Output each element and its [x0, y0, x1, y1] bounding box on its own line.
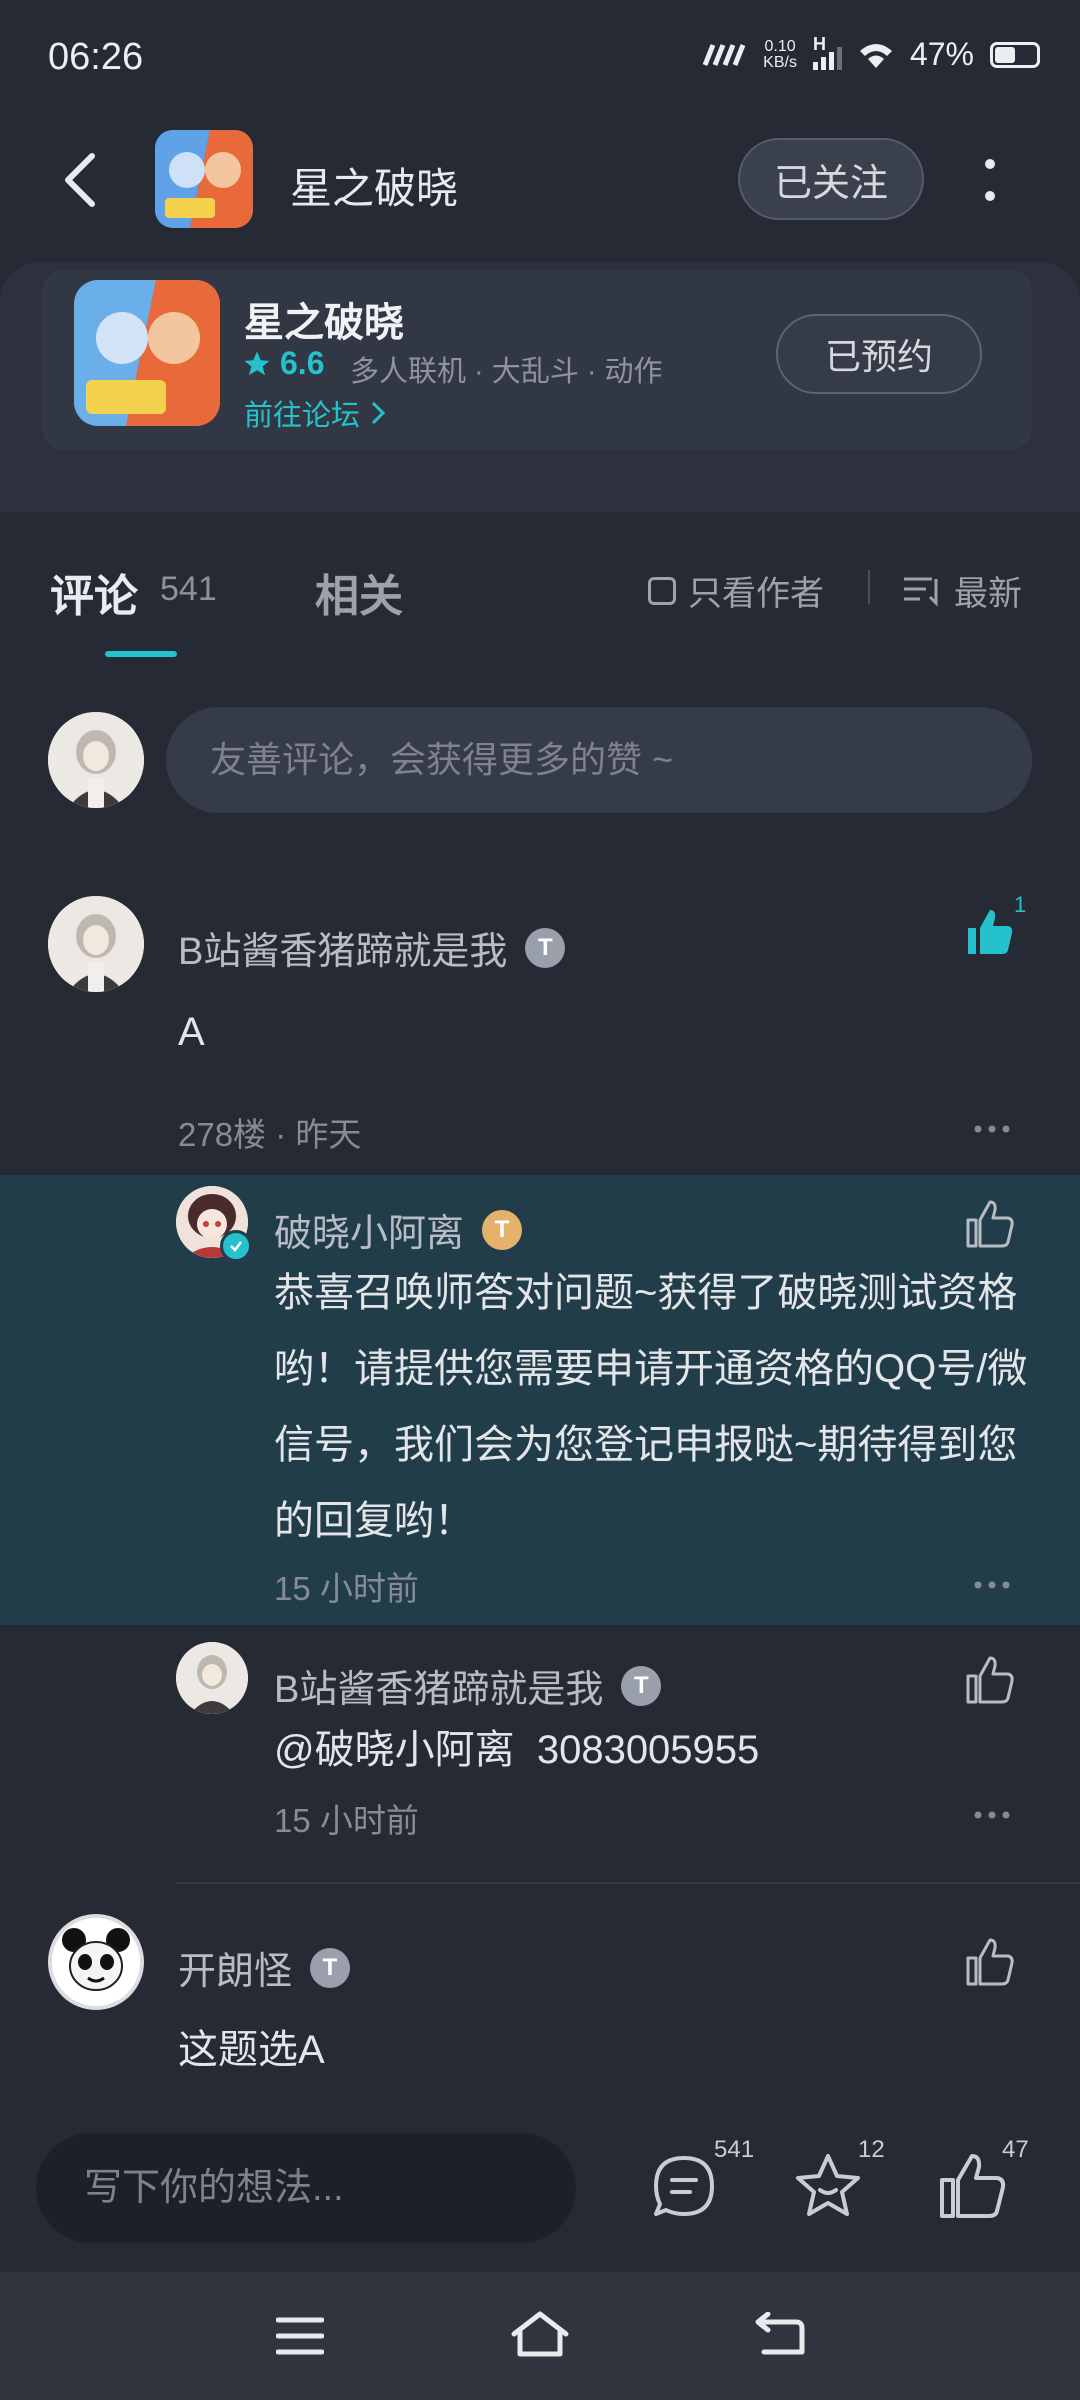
- game-tags: 多人联机 · 大乱斗 · 动作: [350, 356, 663, 388]
- favorite-action[interactable]: 12: [792, 2136, 885, 2227]
- level-badge-icon: T: [525, 927, 566, 968]
- page-title: 星之破晓: [290, 165, 459, 212]
- status-right: 0.10 KB/s H 47%: [701, 34, 1040, 73]
- net-speed-value: 0.10: [764, 37, 796, 55]
- comment-user-row: B站酱香猪蹄就是我 T: [178, 920, 566, 975]
- comment-input[interactable]: [166, 707, 1032, 813]
- more-vertical-icon[interactable]: [982, 158, 998, 202]
- follow-button[interactable]: 已关注: [738, 138, 924, 220]
- signal-label: H: [812, 33, 826, 54]
- game-icon-small[interactable]: [155, 130, 253, 228]
- game-title: 星之破晓: [244, 301, 404, 345]
- back-nav-icon[interactable]: [754, 2312, 806, 2358]
- battery-percent: 47%: [909, 36, 974, 72]
- sort-label: 最新: [954, 575, 1022, 613]
- reply-username[interactable]: B站酱香猪蹄就是我: [274, 1658, 603, 1713]
- signal-icon: H: [812, 34, 842, 70]
- chevron-right-icon: [371, 401, 386, 425]
- checkbox-icon[interactable]: [648, 576, 676, 605]
- comment-username[interactable]: 开朗怪: [178, 1940, 292, 1995]
- comment-count: 541: [714, 2136, 755, 2163]
- level-badge-icon: T: [621, 1665, 662, 1706]
- reply-time: 15 小时前: [274, 1570, 419, 1607]
- tab-comments[interactable]: 评论: [50, 560, 138, 624]
- comment-avatar[interactable]: [48, 1914, 144, 2010]
- my-avatar[interactable]: [48, 712, 144, 808]
- thumbs-up-icon[interactable]: [964, 1936, 1016, 1988]
- reply-text: 恭喜召唤师答对问题~获得了破晓测试资格哟！请提供您需要申请开通资格的QQ号/微信…: [274, 1271, 1028, 1543]
- more-horizontal-icon[interactable]: [974, 1124, 1010, 1134]
- comment-user-row: 开朗怪 T: [178, 1940, 351, 1995]
- back-arrow-icon[interactable]: [60, 150, 100, 210]
- thumbs-up-icon[interactable]: [964, 1654, 1016, 1706]
- level-badge-icon: T: [310, 1947, 351, 1988]
- net-speed-unit: KB/s: [763, 53, 797, 71]
- star-outline-icon[interactable]: [792, 2150, 864, 2222]
- nfc-icon: [702, 43, 746, 66]
- forum-link-label: 前往论坛: [244, 400, 361, 432]
- tab-related[interactable]: 相关: [315, 560, 403, 624]
- game-rating: 6.6: [242, 345, 324, 382]
- sort-icon: [904, 577, 938, 607]
- rating-value: 6.6: [280, 345, 325, 381]
- comment-bubble-icon[interactable]: [648, 2150, 720, 2222]
- reply-username[interactable]: 破晓小阿离: [274, 1202, 464, 1257]
- net-speed: 0.10 KB/s: [763, 37, 797, 71]
- filter-divider: [868, 570, 870, 604]
- sort-button[interactable]: 最新: [902, 566, 1022, 615]
- favorite-count: 12: [858, 2136, 885, 2163]
- active-tab-indicator: [105, 651, 177, 657]
- thumbs-up-icon[interactable]: [936, 2150, 1008, 2222]
- only-author-label: 只看作者: [688, 575, 824, 613]
- star-icon: [244, 351, 270, 375]
- comment-like-active[interactable]: 1: [964, 892, 1026, 963]
- reply-user-row: B站酱香猪蹄就是我 T: [274, 1658, 662, 1713]
- wifi-icon: [859, 43, 892, 68]
- status-bar: 06:26 0.10 KB/s H 47%: [0, 0, 1080, 115]
- comment-input-pill[interactable]: [166, 707, 1032, 813]
- comment-text: 这题选A: [178, 2028, 325, 2072]
- comment-text: A: [178, 1010, 205, 1054]
- battery-icon: [990, 41, 1040, 68]
- comment-floor-time: 278楼 · 昨天: [178, 1116, 362, 1153]
- comment-action[interactable]: 541: [648, 2136, 754, 2227]
- write-comment-pill[interactable]: [36, 2133, 576, 2243]
- reply-user-row: 破晓小阿离 T: [274, 1202, 523, 1257]
- more-horizontal-icon[interactable]: [974, 1810, 1010, 1820]
- level-badge-icon: T: [482, 1209, 523, 1250]
- comment-avatar[interactable]: [48, 896, 144, 992]
- comment-username[interactable]: B站酱香猪蹄就是我: [178, 920, 507, 975]
- thumbs-up-filled-icon[interactable]: [964, 906, 1016, 958]
- reply-avatar[interactable]: [176, 1642, 248, 1714]
- forum-link[interactable]: 前往论坛: [244, 392, 386, 434]
- verified-icon: [220, 1230, 252, 1262]
- comment-separator: [176, 1882, 1080, 1884]
- comment-like-count: 1: [1014, 892, 1027, 917]
- thumbs-up-icon[interactable]: [964, 1198, 1016, 1250]
- more-horizontal-icon[interactable]: [974, 1580, 1010, 1590]
- game-icon[interactable]: [74, 280, 220, 426]
- like-count: 47: [1002, 2136, 1029, 2163]
- only-author-filter[interactable]: 只看作者: [648, 566, 824, 615]
- reserve-button[interactable]: 已预约: [776, 314, 982, 394]
- status-time: 06:26: [48, 36, 144, 78]
- menu-icon[interactable]: [276, 2316, 324, 2356]
- like-action[interactable]: 47: [936, 2136, 1029, 2227]
- home-icon[interactable]: [510, 2310, 570, 2358]
- reply-time: 15 小时前: [274, 1802, 419, 1839]
- write-comment-input[interactable]: [36, 2133, 576, 2243]
- tab-comments-count: 541: [160, 570, 217, 608]
- reply-text: @破晓小阿离 3083005955: [274, 1728, 760, 1772]
